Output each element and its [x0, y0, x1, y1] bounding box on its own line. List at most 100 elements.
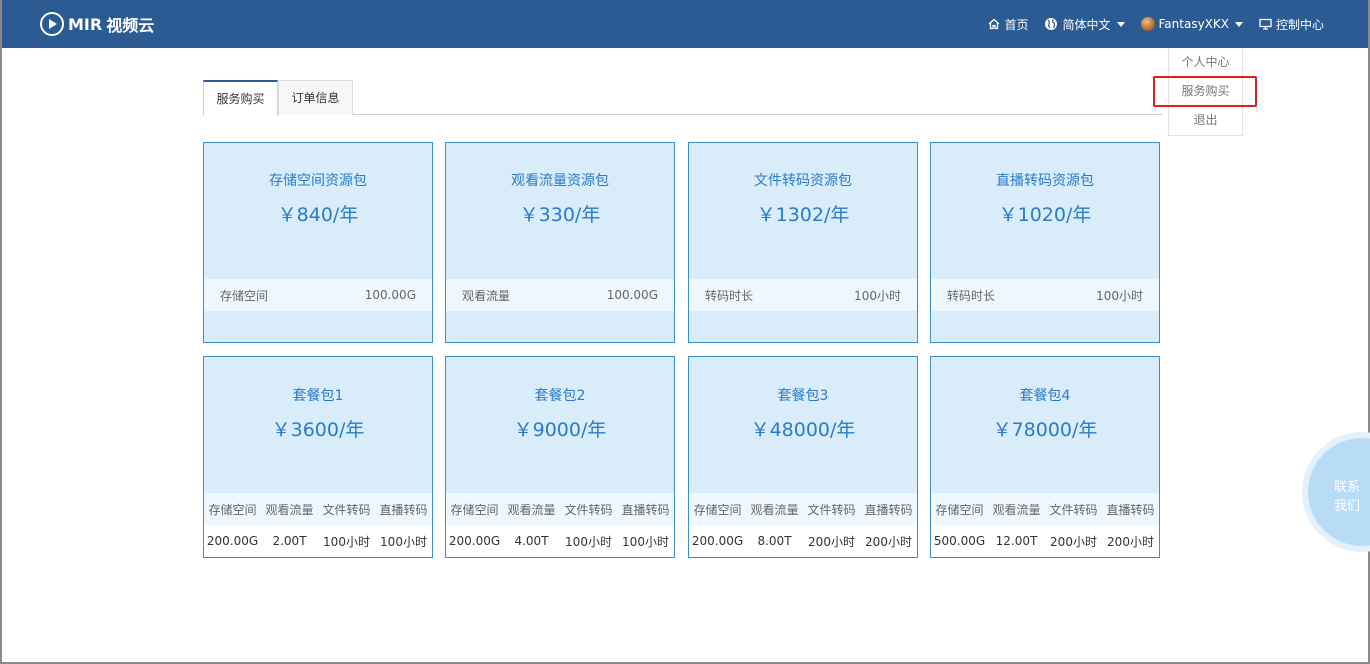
bundle-card-3[interactable]: 套餐包3 ￥48000/年 存储空间 观看流量 文件转码 直播转码 200.00… [688, 356, 918, 558]
card-price: ￥840/年 [277, 204, 359, 226]
column-header: 存储空间 [935, 502, 984, 517]
bundle-card-4[interactable]: 套餐包4 ￥78000/年 存储空间 观看流量 文件转码 直播转码 500.00… [930, 356, 1160, 558]
column-header: 文件转码 [1049, 502, 1098, 517]
column-header: 观看流量 [507, 502, 556, 517]
nav-user[interactable]: FantasyXKX [1140, 17, 1243, 31]
column-header: 直播转码 [864, 502, 913, 517]
card-price: ￥1020/年 [998, 204, 1092, 226]
bundle-spec-header: 存储空间 观看流量 文件转码 直播转码 [689, 493, 917, 525]
top-navbar: MIR 视频云 首页 简体中文 FantasyXKX 控制中心 [2, 0, 1368, 48]
column-header: 存储空间 [208, 502, 257, 517]
contact-us-label: 联系 我们 [1332, 478, 1362, 516]
resource-card-traffic[interactable]: 观看流量资源包 ￥330/年 观看流量 100.00G [445, 142, 675, 343]
monitor-icon [1259, 18, 1272, 30]
spec-value: 100小时 [622, 534, 669, 549]
card-spec: 转码时长 100小时 [689, 279, 917, 311]
logo[interactable]: MIR 视频云 [40, 11, 154, 37]
resource-card-live-transcode[interactable]: 直播转码资源包 ￥1020/年 转码时长 100小时 [930, 142, 1160, 343]
spec-label: 观看流量 [462, 288, 511, 303]
bundle-card-2[interactable]: 套餐包2 ￥9000/年 存储空间 观看流量 文件转码 直播转码 200.00G… [445, 356, 675, 558]
spec-value: 4.00T [514, 534, 549, 548]
spec-value: 200小时 [808, 534, 855, 549]
tab-orders[interactable]: 订单信息 [278, 80, 353, 115]
contact-line-1: 联系 [1333, 480, 1360, 495]
top-nav: 首页 简体中文 FantasyXKX 控制中心 [988, 0, 1324, 48]
menu-item-purchase[interactable]: 服务购买 [1169, 77, 1242, 106]
card-spec: 存储空间 100.00G [204, 279, 432, 311]
column-header: 直播转码 [1106, 502, 1155, 517]
bundle-spec-values: 200.00G 2.00T 100小时 100小时 [204, 525, 432, 557]
bundle-spec-header: 存储空间 观看流量 文件转码 直播转码 [446, 493, 674, 525]
spec-value: 2.00T [272, 534, 307, 548]
spec-value: 100小时 [380, 534, 427, 549]
column-header: 观看流量 [992, 502, 1041, 517]
card-price: ￥1302/年 [756, 204, 850, 226]
spec-value: 200小时 [1050, 534, 1097, 549]
logo-text: 视频云 [106, 16, 155, 35]
menu-item-logout[interactable]: 退出 [1169, 106, 1242, 135]
chevron-down-icon [1116, 21, 1125, 27]
user-dropdown-menu: 个人中心 服务购买 退出 [1168, 48, 1243, 136]
spec-value: 100.00G [606, 288, 658, 302]
spec-value: 200小时 [865, 534, 912, 549]
bundle-spec-header: 存储空间 观看流量 文件转码 直播转码 [204, 493, 432, 525]
spec-value: 200.00G [206, 534, 259, 548]
resource-card-file-transcode[interactable]: 文件转码资源包 ￥1302/年 转码时长 100小时 [688, 142, 918, 343]
nav-console[interactable]: 控制中心 [1259, 16, 1324, 33]
spec-value: 100小时 [1096, 288, 1143, 303]
bundle-spec-header: 存储空间 观看流量 文件转码 直播转码 [931, 493, 1159, 525]
menu-item-profile[interactable]: 个人中心 [1169, 48, 1242, 77]
bundle-spec-values: 200.00G 8.00T 200小时 200小时 [689, 525, 917, 557]
card-title: 套餐包3 [777, 388, 829, 404]
spec-value: 100小时 [565, 534, 612, 549]
contact-line-2: 我们 [1333, 499, 1360, 514]
nav-language[interactable]: 简体中文 [1044, 16, 1125, 33]
card-price: ￥48000/年 [750, 419, 856, 441]
nav-language-label: 简体中文 [1062, 17, 1111, 32]
card-title: 存储空间资源包 [269, 173, 367, 189]
column-header: 文件转码 [807, 502, 856, 517]
logo-mark-text: MIR [68, 14, 103, 34]
column-header: 观看流量 [750, 502, 799, 517]
chevron-down-icon [1234, 21, 1243, 27]
spec-value: 8.00T [757, 534, 792, 548]
column-header: 直播转码 [621, 502, 670, 517]
card-title: 套餐包1 [292, 388, 344, 404]
tab-bar: 服务购买 订单信息 [203, 80, 1162, 116]
nav-user-label: FantasyXKX [1158, 17, 1229, 31]
globe-icon [1044, 17, 1058, 31]
column-header: 文件转码 [564, 502, 613, 517]
spec-label: 转码时长 [705, 288, 754, 303]
spec-value: 200.00G [448, 534, 501, 548]
bundle-card-1[interactable]: 套餐包1 ￥3600/年 存储空间 观看流量 文件转码 直播转码 200.00G… [203, 356, 433, 558]
spec-value: 100小时 [323, 534, 370, 549]
spec-value: 12.00T [995, 534, 1038, 548]
nav-console-label: 控制中心 [1275, 17, 1324, 32]
card-title: 套餐包4 [1019, 388, 1071, 404]
tab-purchase[interactable]: 服务购买 [203, 80, 278, 116]
card-title: 观看流量资源包 [511, 173, 609, 189]
spec-value: 200.00G [691, 534, 744, 548]
column-header: 存储空间 [693, 502, 742, 517]
card-spec: 转码时长 100小时 [931, 279, 1159, 311]
card-title: 文件转码资源包 [754, 173, 852, 189]
column-header: 直播转码 [379, 502, 428, 517]
card-price: ￥330/年 [519, 204, 601, 226]
card-title: 套餐包2 [534, 388, 586, 404]
avatar [1140, 17, 1155, 31]
bundle-spec-values: 200.00G 4.00T 100小时 100小时 [446, 525, 674, 557]
contact-us-button[interactable]: 联系 我们 [1302, 432, 1370, 552]
resource-card-storage[interactable]: 存储空间资源包 ￥840/年 存储空间 100.00G [203, 142, 433, 343]
card-price: ￥78000/年 [992, 419, 1098, 441]
card-price: ￥3600/年 [271, 419, 365, 441]
column-header: 观看流量 [265, 502, 314, 517]
column-header: 文件转码 [322, 502, 371, 517]
card-title: 直播转码资源包 [996, 173, 1094, 189]
spec-label: 存储空间 [220, 288, 269, 303]
spec-label: 转码时长 [947, 288, 996, 303]
spec-value: 100小时 [854, 288, 901, 303]
nav-home[interactable]: 首页 [988, 16, 1028, 33]
spec-value: 500.00G [933, 534, 986, 548]
home-icon [988, 18, 1000, 30]
card-spec: 观看流量 100.00G [446, 279, 674, 311]
